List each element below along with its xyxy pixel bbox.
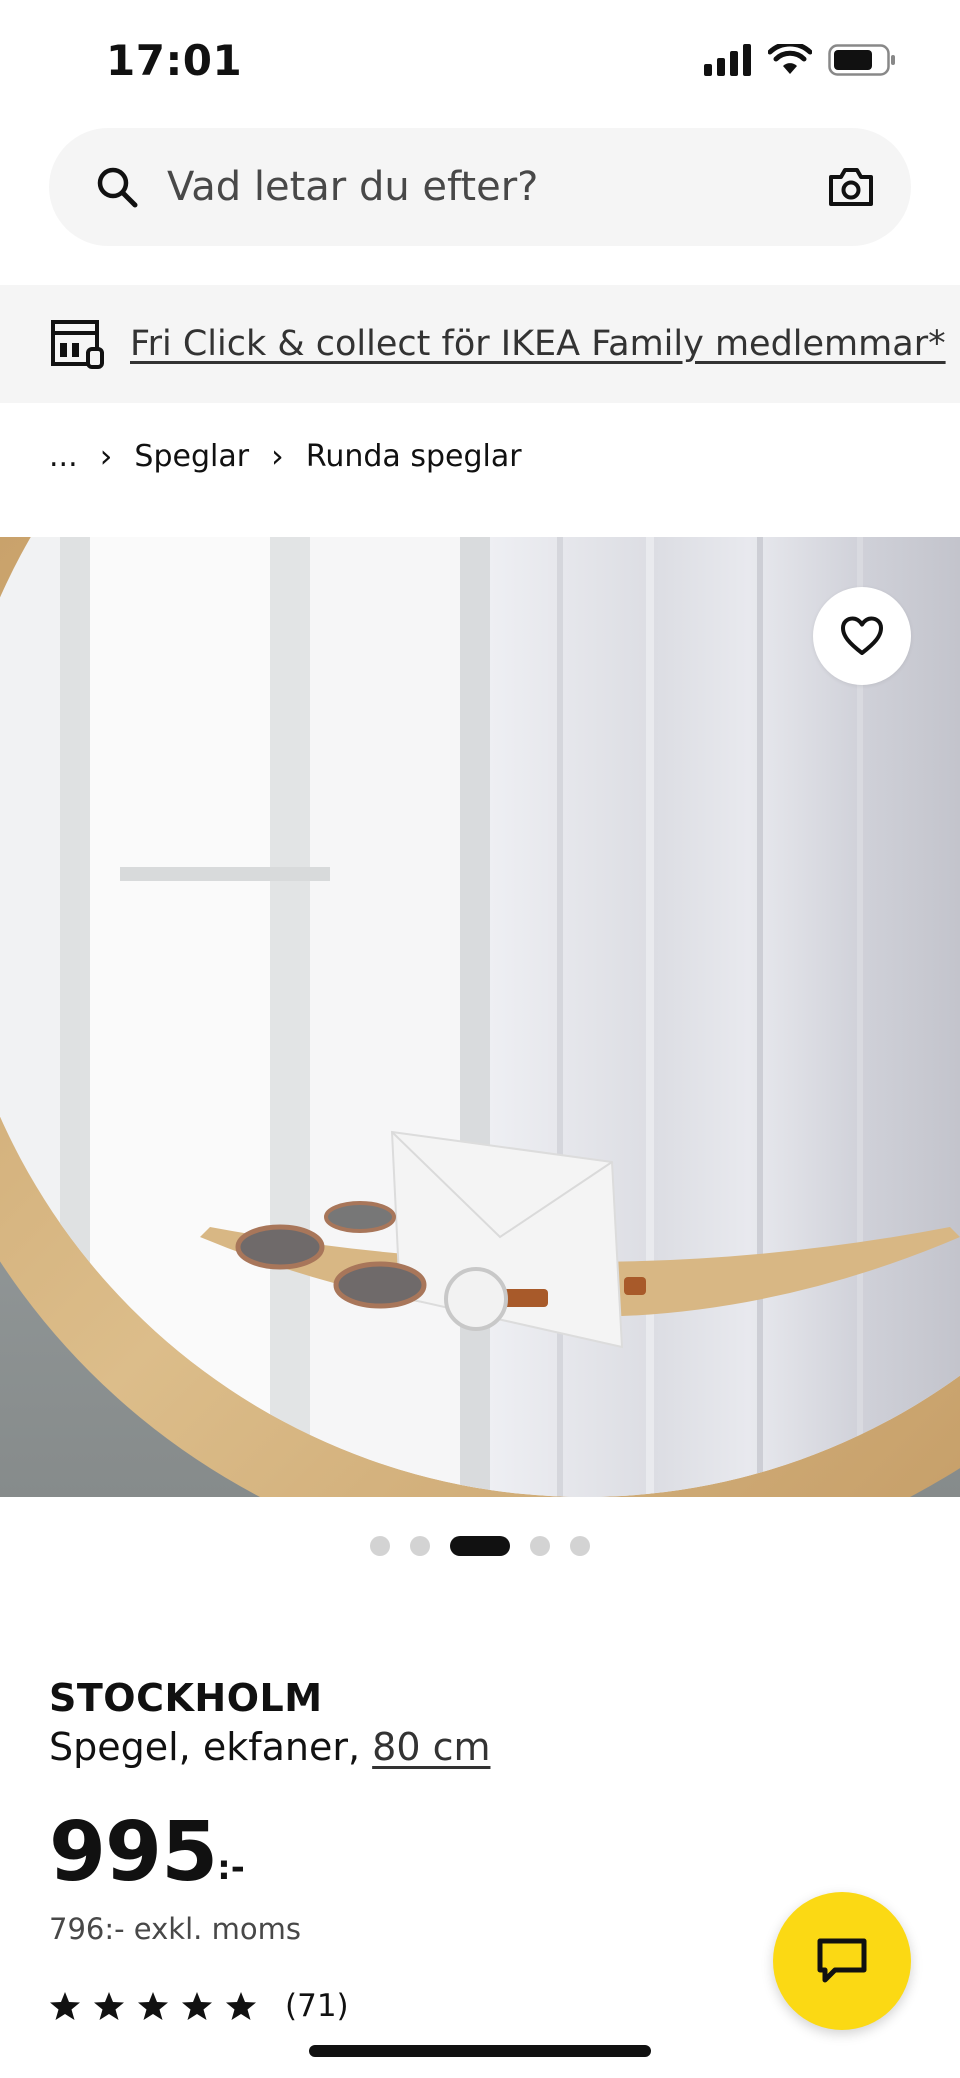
status-time: 17:01 [106, 36, 243, 85]
carousel-dot[interactable] [370, 1536, 390, 1556]
carousel-dot[interactable] [530, 1536, 550, 1556]
search-bar[interactable]: Vad letar du efter? [49, 128, 911, 246]
breadcrumb-speglar[interactable]: Speglar [134, 439, 249, 474]
breadcrumb: ... › Speglar › Runda speglar [49, 432, 522, 480]
search-icon [97, 167, 138, 208]
breadcrumb-runda-speglar[interactable]: Runda speglar [306, 439, 522, 474]
search-input[interactable]: Vad letar du efter? [167, 164, 827, 210]
product-description-text: Spegel, ekfaner, [49, 1725, 373, 1769]
store-icon [51, 320, 104, 369]
signal-icon [704, 44, 751, 76]
home-indicator [309, 2045, 651, 2057]
carousel-dot[interactable] [410, 1536, 430, 1556]
product-image[interactable] [0, 537, 960, 1497]
status-icons [704, 44, 896, 76]
product-size-link[interactable]: 80 cm [372, 1725, 490, 1769]
product-name: STOCKHOLM [49, 1676, 323, 1720]
battery-icon [828, 44, 895, 76]
price: 995 :- [49, 1806, 245, 1900]
favorite-button[interactable] [813, 587, 911, 685]
price-value: 995 [49, 1805, 218, 1900]
price-suffix: :- [217, 1848, 245, 1888]
carousel-dots [0, 1534, 960, 1558]
camera-icon[interactable] [827, 166, 875, 208]
star-icon [226, 1992, 256, 2020]
star-icon [50, 1992, 80, 2020]
star-icon [94, 1992, 124, 2020]
chat-button[interactable] [773, 1892, 911, 2030]
heart-icon [841, 616, 883, 655]
chevron-right-icon: › [271, 437, 284, 475]
rating[interactable]: (71) [49, 1988, 349, 2024]
price-ex-vat: 796:- exkl. moms [49, 1912, 301, 1946]
wifi-icon [768, 44, 812, 74]
chat-icon [817, 1938, 867, 1983]
chevron-right-icon: › [99, 437, 113, 475]
mirror-photo [0, 537, 960, 1497]
breadcrumb-ellipsis[interactable]: ... [49, 439, 78, 474]
carousel-dot-active[interactable] [450, 1536, 510, 1556]
star-icon [182, 1992, 212, 2020]
review-count[interactable]: (71) [285, 1988, 349, 2024]
status-bar: 17:01 [0, 0, 960, 126]
star-icon [138, 1992, 168, 2020]
rating-stars [49, 1991, 257, 2021]
promo-link[interactable]: Fri Click & collect för IKEA Family medl… [130, 324, 946, 364]
product-description: Spegel, ekfaner, 80 cm [49, 1725, 490, 1769]
promo-banner[interactable]: Fri Click & collect för IKEA Family medl… [0, 285, 960, 403]
carousel-dot[interactable] [570, 1536, 590, 1556]
